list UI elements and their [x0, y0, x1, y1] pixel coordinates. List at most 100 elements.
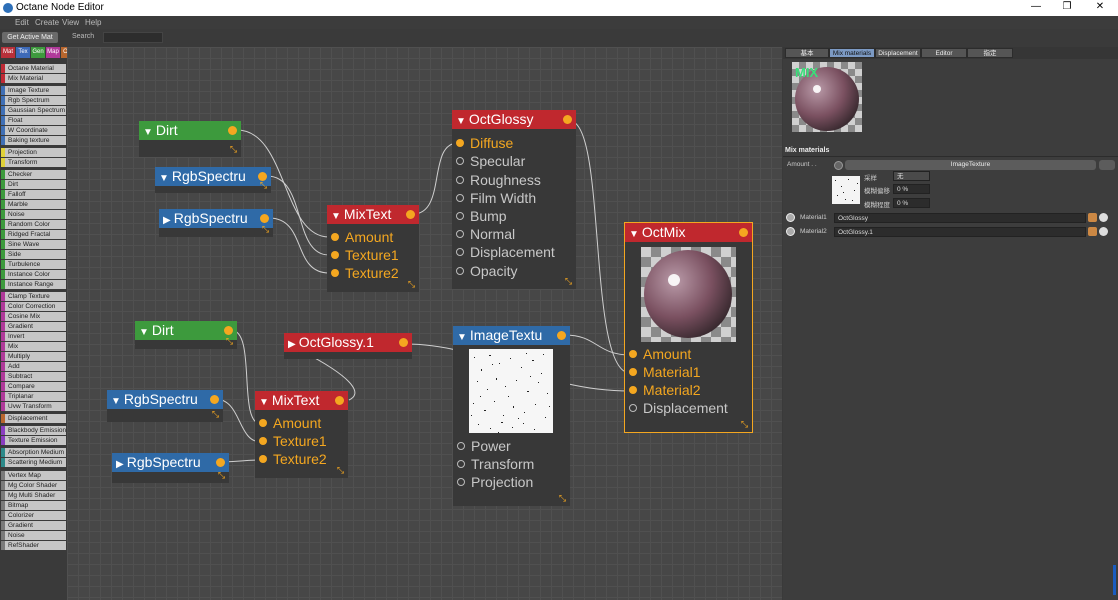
output-port[interactable] [210, 395, 219, 404]
input-port[interactable] [629, 386, 637, 394]
node-canvas[interactable]: ▼ Dirt ⤡ ▼ RgbSpectru ⤡ ▶ RgbSpectru ⤡ ▼ Mix… [67, 47, 782, 600]
node-octmix[interactable]: ▼ OctMix Amount Material1 Material2 Displ… [624, 222, 753, 433]
blur-offset-input[interactable]: 0 % [893, 184, 930, 194]
input-port[interactable] [259, 437, 267, 445]
pin-texture1[interactable]: Texture1 [327, 246, 407, 264]
pin-amount[interactable]: Amount [327, 228, 407, 246]
input-port[interactable] [331, 233, 339, 241]
menu-help[interactable]: Help [85, 18, 101, 27]
menu-edit[interactable]: Edit [15, 18, 29, 27]
maximize-icon[interactable]: ❐ [1057, 1, 1077, 12]
input-port[interactable] [457, 442, 465, 450]
input-port[interactable] [456, 157, 464, 165]
collapse-triangle-icon[interactable]: ▼ [629, 229, 639, 240]
collapse-triangle-icon[interactable]: ▼ [159, 173, 169, 184]
node-mixtext-2[interactable]: ▼ MixText Amount Texture1 Texture2 ⤡ [255, 391, 348, 478]
output-port[interactable] [563, 115, 572, 124]
node-header[interactable]: ▶ OctGlossy.1 [284, 333, 412, 352]
pin-texture1[interactable]: Texture1 [255, 432, 336, 450]
amount-options-button[interactable] [1099, 160, 1115, 170]
expand-icon[interactable]: ⤡ [740, 420, 749, 429]
node-header[interactable]: ▶ RgbSpectru [159, 209, 273, 228]
palette-item-bitmap[interactable]: Bitmap [1, 501, 66, 510]
pin-normal[interactable]: Normal [452, 225, 564, 243]
palette-item-noise[interactable]: Noise [1, 531, 66, 540]
palette-item-instance-color[interactable]: Instance Color [1, 270, 66, 279]
pin-film-width[interactable]: Film Width [452, 189, 564, 207]
input-port[interactable] [629, 368, 637, 376]
node-header[interactable]: ▼ OctGlossy [452, 110, 576, 129]
palette-item-color-correction[interactable]: Color Correction [1, 302, 66, 311]
palette-item-blackbody-emission[interactable]: Blackbody Emission [1, 426, 66, 435]
palette-item-marble[interactable]: Marble [1, 200, 66, 209]
palette-item-gradient[interactable]: Gradient [1, 322, 66, 331]
output-port[interactable] [260, 214, 269, 223]
palette-item-colorizer[interactable]: Colorizer [1, 511, 66, 520]
palette-item-triplanar[interactable]: Triplanar [1, 392, 66, 401]
expand-icon[interactable]: ⤡ [407, 280, 416, 289]
palette-item-falloff[interactable]: Falloff [1, 190, 66, 199]
pin-displacement[interactable]: Displacement [625, 399, 740, 417]
menu-view[interactable]: View [62, 18, 79, 27]
expand-icon[interactable]: ⤡ [558, 494, 567, 503]
node-rgbspectrum-1[interactable]: ▼ RgbSpectru ⤡ [155, 167, 271, 193]
palette-item-mix[interactable]: Mix [1, 342, 66, 351]
collapse-triangle-icon[interactable]: ▼ [456, 116, 466, 127]
tab-basic[interactable]: 基本 [785, 48, 829, 58]
palette-item-instance-range[interactable]: Instance Range [1, 280, 66, 289]
get-active-mat-button[interactable]: Get Active Mat [2, 32, 58, 43]
node-octglossy-1[interactable]: ▶ OctGlossy.1 [284, 333, 412, 359]
palette-item-gradient[interactable]: Gradient [1, 521, 66, 530]
node-rgbspectrum-4[interactable]: ▶ RgbSpectru ⤡ [112, 453, 229, 483]
palette-item-checker[interactable]: Checker [1, 170, 66, 179]
node-header[interactable]: ▼ ImageTextu [453, 326, 570, 345]
output-port[interactable] [335, 396, 344, 405]
palette-item-float[interactable]: Float [1, 116, 66, 125]
node-rgbspectrum-2[interactable]: ▶ RgbSpectru ⤡ [159, 209, 273, 237]
palette-item-projection[interactable]: Projection [1, 148, 66, 157]
palette-item-gaussian-spectrum[interactable]: Gaussian Spectrum [1, 106, 66, 115]
input-port[interactable] [456, 176, 464, 184]
pin-specular[interactable]: Specular [452, 152, 564, 170]
palette-item-absorption-medium[interactable]: Absorption Medium [1, 448, 66, 457]
node-header[interactable]: ▼ Dirt [135, 321, 237, 340]
input-port[interactable] [456, 212, 464, 220]
input-port[interactable] [457, 460, 465, 468]
expand-icon[interactable]: ⤡ [336, 466, 345, 475]
pin-material2[interactable]: Material2 [625, 381, 740, 399]
material2-picker-icon[interactable] [1088, 227, 1097, 236]
palette-item-invert[interactable]: Invert [1, 332, 66, 341]
palette-item-octane-material[interactable]: Octane Material [1, 64, 66, 73]
pin-diffuse[interactable]: Diffuse [452, 134, 564, 152]
pin-power[interactable]: Power [453, 437, 558, 455]
node-header[interactable]: ▼ RgbSpectru [107, 390, 223, 409]
collapse-triangle-icon[interactable]: ▼ [143, 127, 153, 138]
input-port[interactable] [629, 404, 637, 412]
palette-item-vertex-map[interactable]: Vertex Map [1, 471, 66, 480]
material2-link-icon[interactable] [1099, 227, 1108, 236]
category-tab-tex[interactable]: Tex [16, 47, 30, 58]
pin-material1[interactable]: Material1 [625, 363, 740, 381]
expand-icon[interactable]: ⤡ [211, 410, 220, 419]
palette-item-scattering-medium[interactable]: Scattering Medium [1, 458, 66, 467]
palette-item-subtract[interactable]: Subtract [1, 372, 66, 381]
palette-item-texture-emission[interactable]: Texture Emission [1, 436, 66, 445]
output-port[interactable] [739, 228, 748, 237]
palette-item-rgb-spectrum[interactable]: Rgb Spectrum [1, 96, 66, 105]
palette-item-baking-texture[interactable]: Baking texture [1, 136, 66, 145]
palette-item-clamp-texture[interactable]: Clamp Texture [1, 292, 66, 301]
palette-item-w-coordinate[interactable]: W Coordinate [1, 126, 66, 135]
palette-item-mg-color-shader[interactable]: Mg Color Shader [1, 481, 66, 490]
tab-assign[interactable]: 指定 [967, 48, 1013, 58]
palette-item-turbulence[interactable]: Turbulence [1, 260, 66, 269]
output-port[interactable] [228, 126, 237, 135]
palette-item-uvw-transform[interactable]: Uvw Transform [1, 402, 66, 411]
output-port[interactable] [224, 326, 233, 335]
palette-item-cosine-mix[interactable]: Cosine Mix [1, 312, 66, 321]
palette-item-displacement[interactable]: Displacement [1, 414, 66, 423]
input-port[interactable] [456, 139, 464, 147]
node-imagetexture[interactable]: ▼ ImageTextu Power Transform Projection ⤡ [453, 326, 570, 506]
material1-field[interactable]: OctGlossy [834, 213, 1086, 223]
amount-texture-button[interactable]: ImageTexture [845, 160, 1096, 170]
material1-picker-icon[interactable] [1088, 213, 1097, 222]
